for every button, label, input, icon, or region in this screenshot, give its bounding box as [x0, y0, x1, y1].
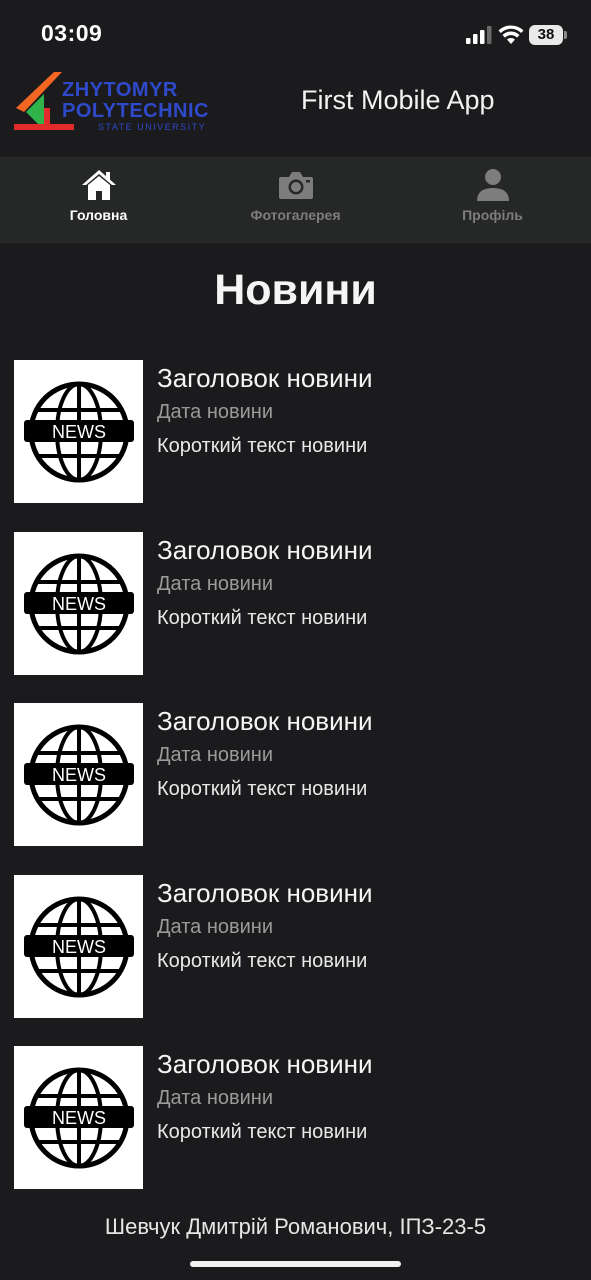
page-title: Новини [214, 266, 377, 314]
news-globe-icon: NEWS [24, 381, 134, 483]
news-item[interactable]: NEWS Заголовок новини Дата новини Коротк… [14, 531, 584, 675]
university-logo: ZHYTOMYR POLYTECHNIC STATE UNIVERSITY [14, 68, 218, 134]
tab-home[interactable]: Головна [0, 157, 197, 243]
news-date: Дата новини [157, 401, 274, 423]
news-summary: Короткий текст новини [157, 435, 368, 457]
app-header: ZHYTOMYR POLYTECHNIC STATE UNIVERSITY Fi… [0, 60, 591, 156]
home-indicator[interactable] [190, 1261, 401, 1267]
cellular-signal-icon [466, 26, 492, 44]
news-date: Дата новини [157, 1087, 274, 1109]
battery-level: 38 [537, 26, 555, 43]
news-summary: Короткий текст новини [157, 949, 368, 972]
app-screen: 03:09 38 ZHYTOMYR POLYTECHNIC STATE UNIV… [0, 0, 591, 1280]
status-time: 03:09 [41, 20, 103, 46]
logo-text-line1: ZHYTOMYR [62, 79, 178, 101]
news-thumb-label: NEWS [52, 1108, 106, 1128]
profile-icon [476, 169, 509, 201]
logo-text-line2: POLYTECHNIC [62, 100, 210, 122]
news-summary: Короткий текст новини [157, 778, 368, 800]
news-date: Дата новини [157, 915, 274, 938]
tab-profile-label: Профіль [462, 207, 523, 223]
battery-icon: 38 [529, 25, 567, 45]
tab-gallery[interactable]: Фотогалерея [197, 157, 394, 243]
news-globe-icon: NEWS [24, 724, 134, 826]
news-thumbnail: NEWS [14, 1046, 143, 1189]
logo-text-line3: STATE UNIVERSITY [98, 122, 207, 132]
news-globe-icon: NEWS [24, 553, 134, 654]
app-title: First Mobile App [301, 85, 495, 115]
news-thumb-label: NEWS [52, 594, 106, 614]
news-title: Заголовок новини [157, 706, 373, 736]
news-date: Дата новини [157, 744, 274, 766]
news-item[interactable]: NEWS Заголовок новини Дата новини Коротк… [14, 1046, 584, 1189]
news-title: Заголовок новини [157, 1049, 373, 1079]
news-title: Заголовок новини [157, 363, 373, 393]
tab-home-label: Головна [69, 207, 128, 223]
news-globe-icon: NEWS [24, 896, 134, 997]
news-list: NEWS Заголовок новини Дата новини Коротк… [14, 360, 584, 1218]
news-thumbnail: NEWS [14, 874, 143, 1018]
news-title: Заголовок новини [157, 877, 373, 908]
news-date: Дата новини [157, 572, 274, 595]
tab-bar: Головна Фотогалерея Профіль [0, 157, 591, 243]
home-icon [81, 170, 116, 200]
tab-profile[interactable]: Профіль [394, 157, 591, 243]
news-thumb-label: NEWS [52, 765, 106, 785]
camera-icon [278, 172, 313, 199]
news-globe-icon: NEWS [24, 1067, 134, 1169]
news-thumb-label: NEWS [52, 937, 106, 957]
news-thumb-label: NEWS [52, 422, 106, 442]
news-thumbnail: NEWS [14, 703, 143, 846]
news-item[interactable]: NEWS Заголовок новини Дата новини Коротк… [14, 360, 584, 503]
tab-gallery-label: Фотогалерея [250, 207, 341, 223]
news-title: Заголовок новини [157, 534, 373, 565]
news-summary: Короткий текст новини [157, 1121, 368, 1143]
news-summary: Короткий текст новини [157, 606, 368, 629]
footer-author: Шевчук Дмитрій Романович, ІПЗ-23-5 [104, 1214, 487, 1239]
news-thumbnail: NEWS [14, 360, 143, 503]
news-item[interactable]: NEWS Заголовок новини Дата новини Коротк… [14, 703, 584, 846]
news-item[interactable]: NEWS Заголовок новини Дата новини Коротк… [14, 874, 584, 1018]
news-thumbnail: NEWS [14, 531, 143, 675]
wifi-icon [498, 25, 524, 44]
